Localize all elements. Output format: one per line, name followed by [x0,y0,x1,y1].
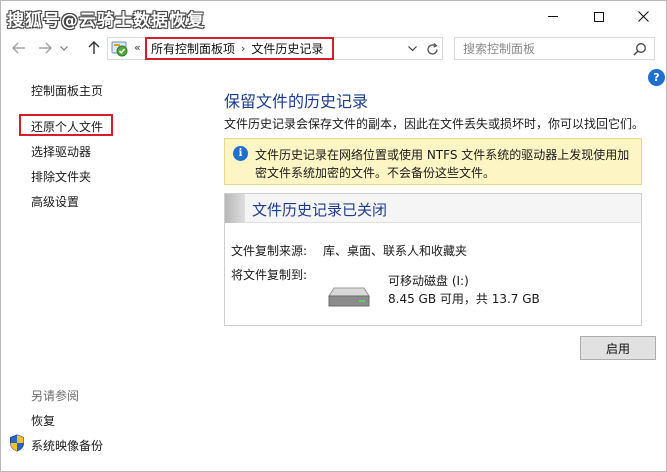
sidebar-item-select-drive[interactable]: 选择驱动器 [31,143,91,160]
refresh-icon [426,42,438,55]
status-title: 文件历史记录已关闭 [252,201,388,219]
chevron-down-icon [407,46,417,52]
close-icon [637,11,649,22]
arrow-left-icon [12,42,25,54]
search-input[interactable] [463,41,628,57]
page-description: 文件历史记录会保存文件的副本，因此在文件丢失或损坏时，你可以找回它们。 [224,117,645,131]
drive-name: 可移动磁盘 (I:) [388,274,469,288]
up-button[interactable] [84,37,104,59]
arrow-up-icon [88,41,100,54]
breadcrumb-separator[interactable]: › [241,42,245,55]
sidebar-item-control-panel-home[interactable]: 控制面板主页 [31,82,103,99]
control-panel-window: 搜狐号@云骑士数据恢复 « 所有控制面板项 › 文件历史记录 搜索控制面板 ? … [0,0,667,472]
breadcrumb-item-all-control-panel[interactable]: 所有控制面板项 [151,40,235,57]
info-banner: i 文件历史记录在网络位置或使用 NTFS 文件系统的驱动器上发现使用加密文件系… [224,138,642,185]
status-header: 文件历史记录已关闭 [225,194,641,223]
address-bar[interactable]: « 所有控制面板项 › 文件历史记录 [107,37,443,60]
maximize-icon [594,11,604,22]
enable-button[interactable]: 启用 [580,336,656,360]
breadcrumb-highlight: 所有控制面板项 › 文件历史记录 [145,37,334,60]
removable-drive-icon [328,287,370,307]
address-dropdown-button[interactable] [404,40,420,58]
breadcrumb-item-file-history[interactable]: 文件历史记录 [251,40,323,57]
close-button[interactable] [620,1,666,32]
search-box[interactable] [454,37,655,60]
recent-locations-button[interactable] [57,37,71,59]
sidebar-item-system-image-backup[interactable]: 系统映像备份 [31,437,103,454]
breadcrumb-overflow-icon[interactable]: « [134,41,141,54]
minimize-icon [548,16,558,17]
refresh-button[interactable] [422,39,442,59]
left-navigation: 控制面板主页 还原个人文件 选择驱动器 排除文件夹 高级设置 另请参阅 恢复 系… [1,63,201,472]
copy-from-value: 库、桌面、联系人和收藏夹 [323,244,468,258]
navigation-row: « 所有控制面板项 › 文件历史记录 [1,33,666,63]
sidebar-item-restore-personal-files[interactable]: 还原个人文件 [31,118,103,135]
copy-from-label: 文件复制来源: [231,244,308,258]
see-also-heading: 另请参阅 [31,389,80,403]
title-bar[interactable]: 搜狐号@云骑士数据恢复 [1,1,666,32]
sidebar-item-advanced-settings[interactable]: 高级设置 [31,193,79,210]
search-icon[interactable] [633,42,647,56]
arrow-right-icon [39,42,52,54]
watermark-text: 搜狐号@云骑士数据恢复 [7,11,205,31]
page-title: 保留文件的历史记录 [224,92,369,111]
drive-free-space: 8.45 GB 可用，共 13.7 GB [388,292,540,306]
chevron-down-icon [60,45,68,51]
minimize-button[interactable] [530,1,576,32]
info-icon: i [233,146,248,161]
copy-to-label: 将文件复制到: [231,268,308,282]
sidebar-item-exclude-folders[interactable]: 排除文件夹 [31,168,91,185]
info-message: 文件历史记录在网络位置或使用 NTFS 文件系统的驱动器上发现使用加密文件系统加… [255,148,630,180]
forward-button[interactable] [35,37,55,59]
status-panel: 文件历史记录已关闭 文件复制来源: 库、桌面、联系人和收藏夹 将文件复制到: 可… [224,193,642,326]
control-panel-icon [111,41,128,57]
shield-icon [10,434,24,452]
status-stripe [225,194,245,223]
sidebar-item-recovery[interactable]: 恢复 [31,412,55,429]
main-content: 保留文件的历史记录 文件历史记录会保存文件的副本，因此在文件丢失或损坏时，你可以… [201,63,666,472]
back-button[interactable] [9,37,29,59]
maximize-button[interactable] [576,1,622,32]
